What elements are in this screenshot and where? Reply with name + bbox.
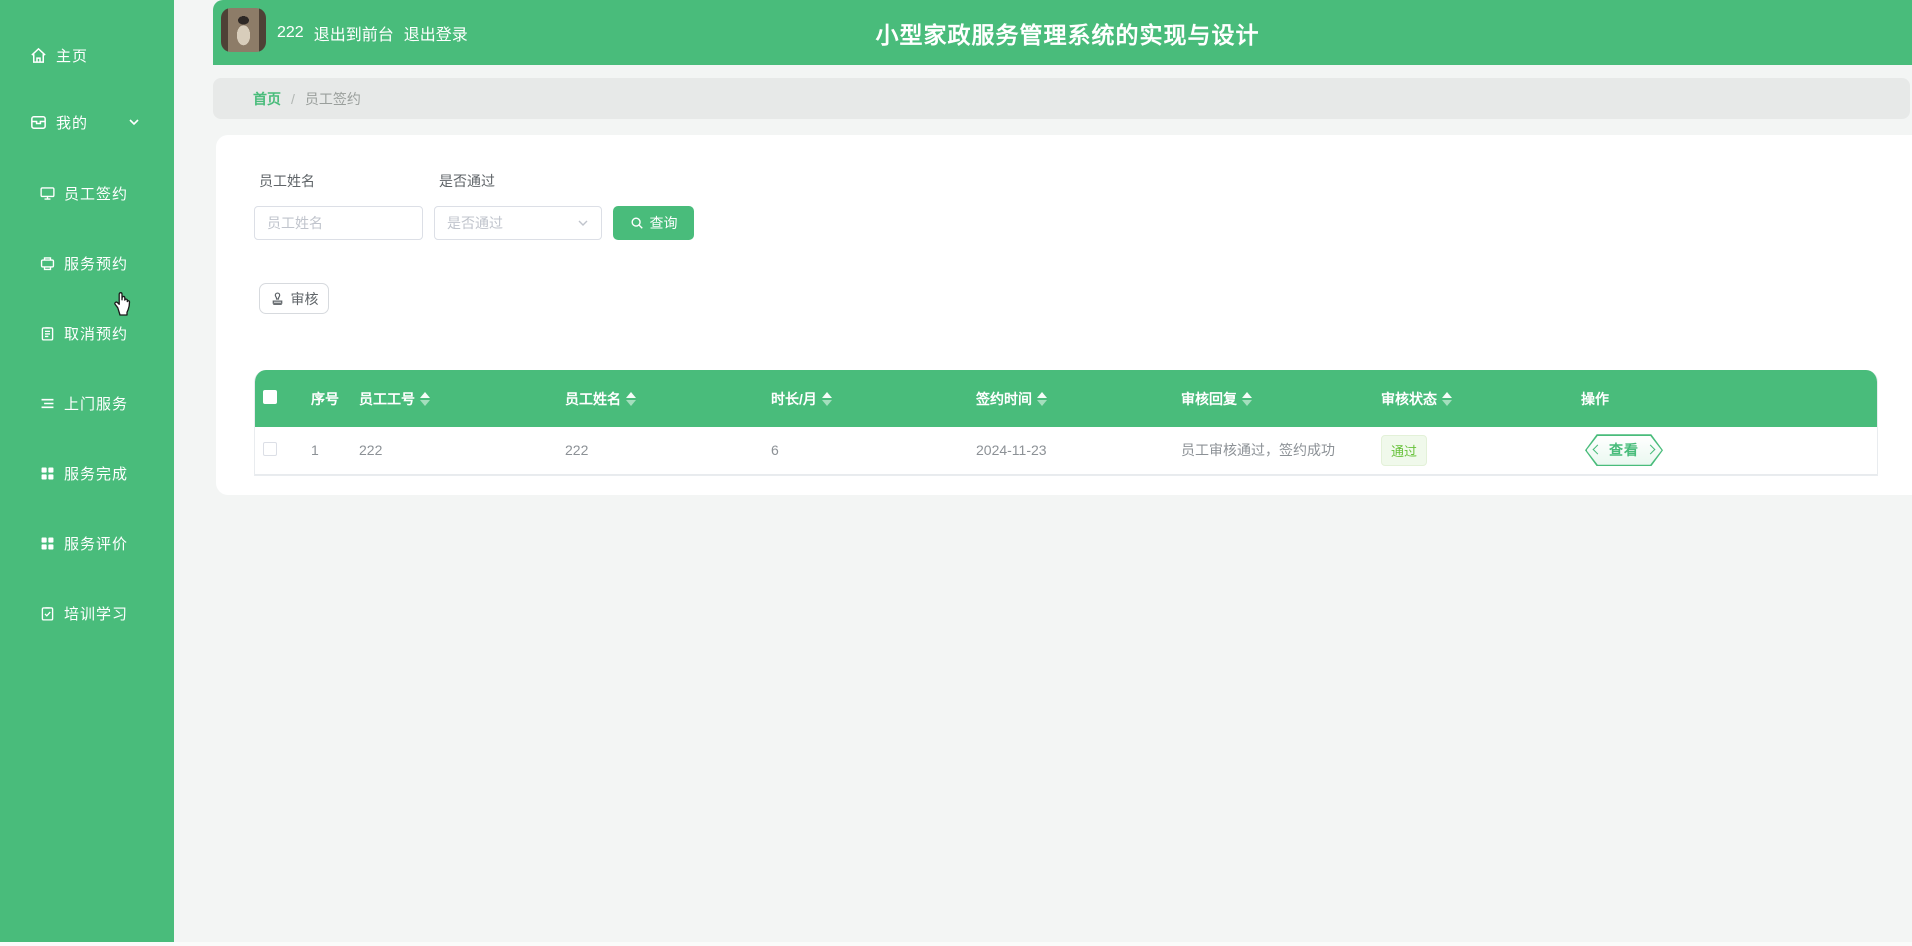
home-icon xyxy=(28,46,48,65)
clipboard-icon xyxy=(38,325,56,342)
audit-button-label: 审核 xyxy=(290,290,319,307)
table-row: 1 222 222 6 2024-11-23 员工审核通过，签约成功 通过 查看 xyxy=(255,427,1877,474)
content-card: 员工姓名 是否通过 是否通过 查询 审核 xyxy=(216,135,1912,495)
search-button[interactable]: 查询 xyxy=(613,206,694,240)
sidebar-item-label: 我的 xyxy=(56,114,89,132)
sidebar-item-label: 主页 xyxy=(56,47,89,65)
cell-sign-date: 2024-11-23 xyxy=(966,427,1171,474)
clipboard-check-icon xyxy=(38,605,56,622)
sidebar-item-home[interactable]: 主页 xyxy=(0,40,174,70)
breadcrumb-current: 员工签约 xyxy=(304,90,361,107)
breadcrumb: 首页 / 员工签约 xyxy=(213,78,1910,119)
sort-carets-icon[interactable] xyxy=(821,391,832,406)
printer-icon xyxy=(38,255,56,272)
column-header-duration[interactable]: 时长/月 xyxy=(761,370,966,427)
column-header-reply[interactable]: 审核回复 xyxy=(1171,370,1371,427)
column-header-sign-date[interactable]: 签约时间 xyxy=(966,370,1171,427)
data-table: 序号 员工工号 员工姓名 时长/月 签约时间 审核回复 审核状态 操作 1 22… xyxy=(254,370,1878,476)
employee-name-input[interactable] xyxy=(254,206,423,240)
column-header-seq: 序号 xyxy=(301,370,349,427)
cell-seq: 1 xyxy=(301,427,349,474)
bottom-scrollbar-track[interactable] xyxy=(0,942,1912,946)
sidebar-item-label: 服务预约 xyxy=(64,255,129,273)
cell-emp-name: 222 xyxy=(555,427,761,474)
column-header-status[interactable]: 审核状态 xyxy=(1371,370,1571,427)
cell-duration: 6 xyxy=(761,427,966,474)
page-title: 小型家政服务管理系统的实现与设计 xyxy=(875,21,1260,48)
sort-carets-icon[interactable] xyxy=(1442,391,1452,406)
search-button-label: 查询 xyxy=(649,215,678,231)
audit-button[interactable]: 审核 xyxy=(259,283,329,314)
sort-carets-icon[interactable] xyxy=(1242,391,1252,406)
pass-select-placeholder: 是否通过 xyxy=(447,215,503,231)
sidebar-item-employee-signing[interactable]: 员工签约 xyxy=(0,178,174,208)
sidebar-item-label: 上门服务 xyxy=(64,395,129,413)
cell-emp-id: 222 xyxy=(349,427,555,474)
chevron-down-icon xyxy=(577,217,589,229)
sort-carets-icon[interactable] xyxy=(420,391,430,406)
cell-reply: 员工审核通过，签约成功 xyxy=(1171,427,1371,474)
back-to-front-link[interactable]: 退出到前台 xyxy=(314,21,394,45)
sidebar: 主页 我的 员工签约 服务预约 取消预约 上门服务 服务完成 服务评价 培训学习 xyxy=(0,0,174,942)
pass-select[interactable]: 是否通过 xyxy=(434,206,602,240)
username[interactable]: 222 xyxy=(277,24,304,42)
card-icon xyxy=(28,113,48,132)
sidebar-item-training[interactable]: 培训学习 xyxy=(0,598,174,628)
sidebar-item-label: 服务评价 xyxy=(64,535,129,553)
sidebar-item-label: 培训学习 xyxy=(64,605,129,623)
view-button[interactable]: 查看 xyxy=(1585,434,1663,467)
sidebar-item-door-service[interactable]: 上门服务 xyxy=(0,388,174,418)
sidebar-item-service-done[interactable]: 服务完成 xyxy=(0,458,174,488)
sidebar-item-label: 取消预约 xyxy=(64,325,129,343)
search-icon xyxy=(630,216,644,230)
breadcrumb-home-link[interactable]: 首页 xyxy=(253,89,281,109)
sidebar-item-label: 员工签约 xyxy=(64,185,129,203)
list-icon xyxy=(38,395,56,412)
stamp-icon xyxy=(270,291,285,306)
logout-link[interactable]: 退出登录 xyxy=(404,21,468,45)
user-actions: 222 退出到前台 退出登录 xyxy=(277,0,468,65)
column-header-emp-name[interactable]: 员工姓名 xyxy=(555,370,761,427)
chevron-down-icon[interactable] xyxy=(128,116,140,128)
top-header-bar: 222 退出到前台 退出登录 小型家政服务管理系统的实现与设计 xyxy=(213,0,1912,65)
grid-icon xyxy=(38,535,56,552)
table-header-row: 序号 员工工号 员工姓名 时长/月 签约时间 审核回复 审核状态 操作 xyxy=(255,370,1877,427)
status-badge: 通过 xyxy=(1381,434,1428,466)
sidebar-item-mine[interactable]: 我的 xyxy=(0,107,174,137)
sort-carets-icon[interactable] xyxy=(1037,391,1047,406)
pass-label: 是否通过 xyxy=(439,173,495,189)
avatar[interactable] xyxy=(221,8,266,52)
monitor-icon xyxy=(38,185,56,202)
column-header-actions: 操作 xyxy=(1571,370,1877,427)
sidebar-item-service-review[interactable]: 服务评价 xyxy=(0,528,174,558)
select-all-checkbox[interactable] xyxy=(263,390,277,404)
employee-name-label: 员工姓名 xyxy=(259,173,315,189)
sidebar-item-service-booking[interactable]: 服务预约 xyxy=(0,248,174,278)
breadcrumb-separator: / xyxy=(291,90,295,107)
row-checkbox[interactable] xyxy=(263,441,277,456)
grid-icon xyxy=(38,465,56,482)
sidebar-item-cancel-booking[interactable]: 取消预约 xyxy=(0,318,174,348)
sidebar-item-label: 服务完成 xyxy=(64,465,129,483)
sort-carets-icon[interactable] xyxy=(626,391,636,406)
column-header-emp-id[interactable]: 员工工号 xyxy=(349,370,555,427)
